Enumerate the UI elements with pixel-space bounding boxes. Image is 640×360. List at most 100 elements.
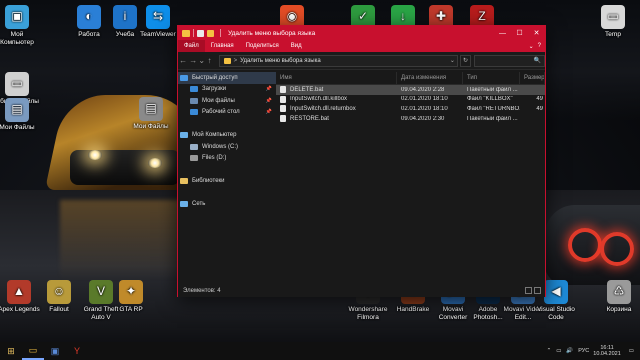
sidebar-item-icon — [180, 178, 188, 185]
address-dropdown[interactable]: ⌄ — [450, 57, 455, 64]
tab-file[interactable]: Файл — [178, 40, 205, 52]
sidebar-item[interactable]: Мои файлы 📌 — [178, 95, 276, 107]
taskbar-app-icon[interactable]: ▣ — [44, 342, 66, 360]
desktop-icon-label: Temp — [605, 31, 621, 38]
my-files-icon: ▤ — [5, 98, 29, 122]
forward-button[interactable]: → — [188, 56, 198, 65]
file-icon — [280, 95, 286, 103]
window-title: Удалить меню выбора языка — [228, 29, 316, 37]
column-type[interactable]: Тип — [463, 72, 520, 85]
table-row[interactable]: InputSwitch.dll.killbox 02.01.2020 18:10 Ф… — [276, 95, 545, 105]
folder-icon — [223, 57, 231, 64]
sidebar-item-label: Мои файлы — [202, 97, 235, 104]
file-type: Файл "RETURNBO... — [467, 105, 520, 112]
search-input[interactable]: 🔍 — [474, 54, 545, 67]
address-bar[interactable]: > Удалить меню выбора языка ⌄ — [218, 54, 458, 67]
sidebar-item[interactable]: Windows (C:) — [178, 141, 276, 153]
file-name: DELETE.bat — [290, 86, 324, 93]
properties-icon[interactable] — [197, 29, 204, 37]
file-type: Пакетный файл ... — [467, 86, 518, 93]
fallout-icon: ☺ — [47, 280, 71, 304]
divider — [220, 29, 221, 37]
breadcrumb[interactable]: Удалить меню выбора языка — [240, 58, 321, 64]
desktop-icon-recycle-bin[interactable]: ♺ Корзина — [596, 280, 640, 314]
desktop-icon-my-files-shortcut[interactable]: ▤ Мои Файлы — [128, 97, 174, 131]
column-size[interactable]: Размер — [520, 72, 545, 85]
maximize-button[interactable]: ☐ — [511, 26, 528, 40]
address-toolbar: ← → ⌄ ↑ > Удалить меню выбора языка ⌄ ↻ … — [178, 52, 545, 70]
temp-folder-icon: ▭ — [601, 5, 625, 29]
file-name: InputSwitch.dll.killbox — [290, 96, 348, 103]
desktop-icon-my-files[interactable]: ▤ Мои Файлы — [0, 98, 40, 132]
car-taillight — [568, 228, 602, 262]
file-date: 02.01.2020 18:10 — [401, 96, 448, 103]
car-taillight — [600, 232, 634, 266]
breadcrumb-chevron[interactable]: > — [234, 58, 238, 64]
study-folder-icon: i — [113, 5, 137, 29]
taskbar-yandex-icon[interactable]: Y — [66, 342, 88, 360]
file-date: 09.04.2020 2:30 — [401, 115, 445, 122]
clock[interactable]: 16:11 10.04.2021 — [593, 345, 621, 358]
title-bar[interactable]: Удалить меню выбора языка — ☐ ✕ — [178, 26, 545, 40]
taskbar-start-icon[interactable]: ⊞ — [0, 342, 22, 360]
language-indicator[interactable]: РУС — [578, 348, 589, 354]
file-type: Файл "KILLBOX" — [467, 96, 513, 103]
sidebar-item-icon — [190, 97, 198, 104]
tray-overflow-icon[interactable]: ⌃ — [547, 348, 552, 354]
desktop-icon-temp-folder[interactable]: ▭ Temp — [590, 5, 636, 39]
volume-icon[interactable]: 🔊 — [566, 348, 573, 354]
file-list: Имя Дата изменения Тип Размер DELETE.bat… — [276, 72, 545, 284]
taskbar-explorer-icon[interactable]: ▭ — [22, 342, 44, 360]
desktop-icon-my-computer[interactable]: ▣ Мой Компьютер — [0, 5, 40, 46]
notifications-icon[interactable]: ▭ — [629, 348, 634, 354]
help-icon[interactable]: ? — [538, 43, 541, 49]
back-button[interactable]: ← — [178, 56, 188, 65]
sidebar-item[interactable]: Сеть — [178, 199, 276, 211]
ribbon-tabs: Файл Главная Поделиться Вид ⌄ ? — [178, 40, 545, 52]
desktop-icon-label: Fallout — [49, 306, 69, 313]
minimize-button[interactable]: — — [494, 26, 511, 40]
desktop-icon-teamviewer[interactable]: ⇆ TeamViewer — [135, 5, 181, 39]
pin-icon: 📌 — [265, 97, 272, 104]
sidebar-item-label: Загрузки — [202, 86, 227, 93]
network-icon[interactable]: ▭ — [556, 348, 561, 354]
tab-home[interactable]: Главная — [205, 40, 240, 52]
sidebar-item[interactable]: Мой Компьютер — [178, 130, 276, 142]
sidebar-item[interactable]: Библиотеки — [178, 176, 276, 188]
column-name[interactable]: Имя — [276, 72, 397, 85]
table-row[interactable]: InputSwitch.dll.returnbox 02.01.2020 18:1… — [276, 104, 545, 114]
sidebar-item[interactable]: Быстрый доступ — [178, 72, 276, 84]
vscode-icon: ◀ — [544, 280, 568, 304]
file-icon — [280, 115, 286, 123]
sidebar-item-label: Рабочий стол — [202, 109, 240, 116]
sidebar-item[interactable]: Рабочий стол 📌 — [178, 107, 276, 119]
desktop-icon-label: Wondershare Filmora — [348, 306, 388, 321]
details-view-button[interactable] — [525, 287, 532, 294]
sidebar-item[interactable]: Files (D:) — [178, 153, 276, 165]
tab-view[interactable]: Вид — [285, 40, 308, 52]
desktop-icon-fallout[interactable]: ☺ Fallout — [36, 280, 82, 314]
up-button[interactable]: ↑ — [204, 56, 214, 65]
sidebar-item-label: Files (D:) — [202, 155, 227, 162]
desktop-icon-gta-rp[interactable]: ✦ GTA RP — [108, 280, 154, 314]
file-name-cell: DELETE.bat — [276, 86, 397, 94]
new-folder-icon[interactable] — [207, 29, 214, 37]
search-icon: 🔍 — [533, 58, 541, 64]
sidebar-item[interactable]: Загрузки 📌 — [178, 84, 276, 96]
file-date: 02.01.2020 18:10 — [401, 105, 448, 112]
table-row[interactable]: DELETE.bat 09.04.2020 2:28 Пакетный файл .… — [276, 85, 545, 95]
refresh-button[interactable]: ↻ — [459, 54, 472, 67]
large-icons-view-button[interactable] — [534, 287, 541, 294]
my-files-shortcut-icon: ▤ — [139, 97, 163, 121]
table-row[interactable]: RESTORE.bat 09.04.2020 2:30 Пакетный файл … — [276, 114, 545, 124]
desktop-icon-label: Мои Файлы — [133, 123, 169, 130]
explorer-window[interactable]: Удалить меню выбора языка — ☐ ✕ Файл Гла… — [177, 25, 546, 297]
column-date[interactable]: Дата изменения — [397, 72, 463, 85]
item-count: Элементов: 4 — [183, 287, 221, 294]
expand-ribbon-icon[interactable]: ⌄ — [529, 43, 534, 50]
close-button[interactable]: ✕ — [528, 26, 545, 40]
tab-share[interactable]: Поделиться — [240, 40, 285, 52]
